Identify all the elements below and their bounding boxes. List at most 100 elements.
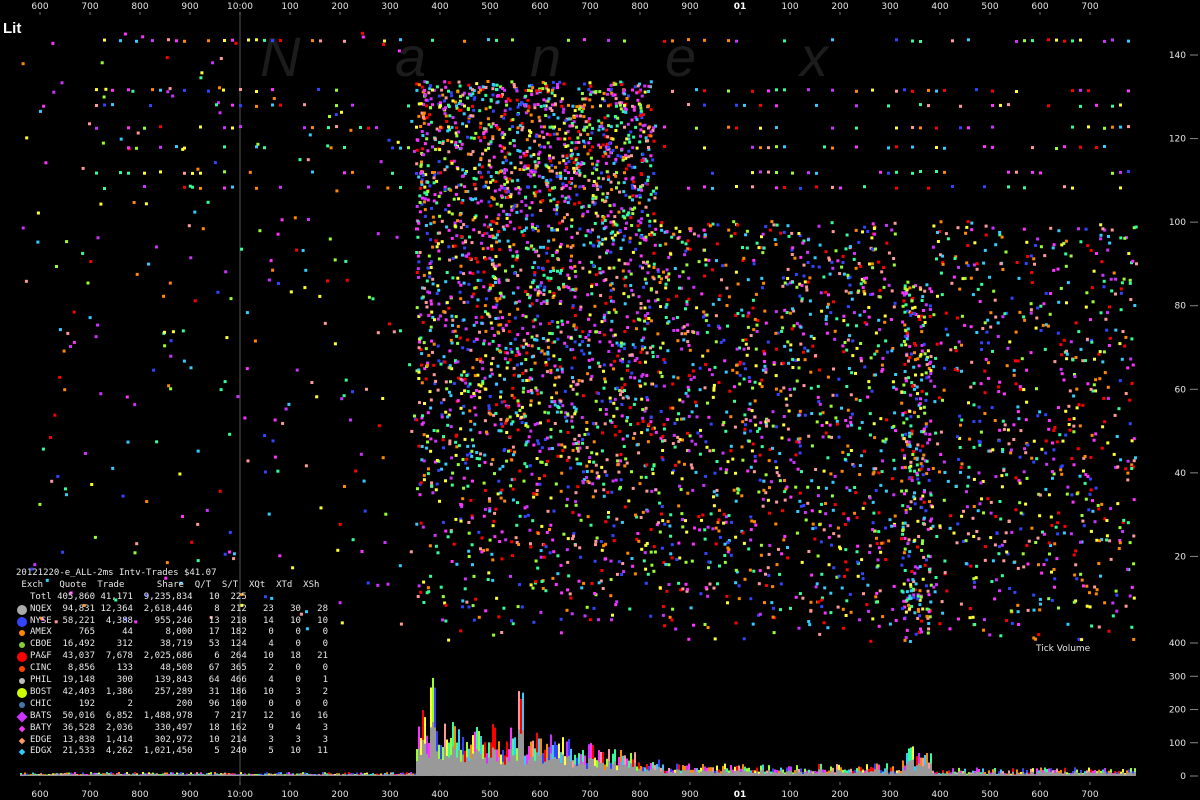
trade-dot bbox=[824, 512, 828, 516]
trade-dot bbox=[630, 118, 634, 122]
trade-dot bbox=[569, 596, 573, 600]
trade-dot bbox=[551, 80, 555, 84]
trade-dot bbox=[762, 488, 766, 492]
trade-dot bbox=[964, 562, 968, 566]
trade-dot bbox=[439, 401, 443, 405]
trade-dot bbox=[549, 523, 553, 527]
trade-dot bbox=[409, 550, 413, 554]
trade-dot bbox=[677, 460, 681, 464]
trade-dot bbox=[450, 560, 454, 563]
trade-dot bbox=[419, 590, 423, 594]
trade-dot bbox=[828, 272, 832, 276]
trade-dot bbox=[617, 343, 621, 347]
trade-dot bbox=[619, 341, 623, 345]
trade-dot bbox=[556, 572, 560, 576]
trade-dot bbox=[135, 542, 139, 546]
trade-dot bbox=[681, 400, 685, 404]
trade-dot bbox=[640, 431, 644, 435]
trade-dot bbox=[980, 348, 983, 351]
trade-dot bbox=[690, 410, 694, 414]
trade-dot bbox=[613, 433, 617, 437]
trade-dot bbox=[492, 83, 496, 87]
trade-dot bbox=[919, 325, 923, 329]
trade-dot bbox=[472, 392, 476, 395]
trade-dot bbox=[614, 102, 618, 106]
trade-dot bbox=[649, 192, 653, 196]
trade-dot bbox=[545, 179, 549, 182]
trade-dot bbox=[515, 363, 519, 367]
trade-dot bbox=[639, 106, 643, 110]
trade-dot bbox=[583, 433, 587, 436]
trade-dot bbox=[569, 259, 573, 263]
trade-dot bbox=[587, 141, 591, 145]
trade-dot bbox=[905, 440, 908, 444]
trade-dot bbox=[200, 71, 204, 75]
trade-dot bbox=[1090, 286, 1094, 290]
trade-dot bbox=[450, 483, 454, 487]
trade-dot bbox=[199, 76, 203, 80]
trade-dot bbox=[972, 505, 976, 508]
trade-dot bbox=[422, 473, 426, 477]
trade-dot bbox=[593, 592, 597, 595]
trade-dot bbox=[989, 500, 993, 504]
trade-dot bbox=[531, 222, 534, 226]
trade-dot bbox=[903, 569, 907, 572]
trade-dot bbox=[474, 177, 478, 181]
trade-dot bbox=[684, 560, 688, 564]
trade-dot bbox=[1017, 623, 1021, 626]
trade-dot bbox=[782, 415, 786, 418]
trade-dot bbox=[552, 550, 556, 554]
trade-dot bbox=[1068, 417, 1071, 421]
trade-dot bbox=[657, 275, 661, 279]
trade-dot bbox=[167, 384, 171, 388]
trade-dot bbox=[1126, 459, 1130, 463]
trade-dot bbox=[733, 232, 737, 236]
trade-dot bbox=[640, 338, 644, 342]
trade-dot bbox=[651, 158, 655, 162]
trade-dot bbox=[625, 395, 629, 399]
trade-dot bbox=[517, 191, 521, 195]
trade-dot bbox=[667, 563, 671, 567]
trade-dot bbox=[609, 87, 613, 91]
trade-dot bbox=[480, 241, 483, 245]
trade-dot bbox=[21, 62, 25, 66]
trade-dot bbox=[933, 384, 937, 388]
trade-dot bbox=[589, 230, 593, 234]
trade-dot bbox=[344, 259, 348, 263]
trade-dot bbox=[862, 289, 866, 293]
trade-dot bbox=[660, 546, 664, 550]
trade-dot bbox=[923, 321, 927, 324]
trade-dot bbox=[500, 149, 504, 153]
trade-dot bbox=[559, 429, 563, 433]
trade-dot bbox=[461, 346, 465, 350]
trade-dot bbox=[495, 303, 499, 307]
trade-dot bbox=[675, 558, 679, 561]
trade-dot bbox=[295, 248, 299, 252]
trade-dot bbox=[155, 245, 158, 249]
trade-dot bbox=[1044, 413, 1048, 417]
trade-dot bbox=[958, 414, 962, 418]
bottom-axis-label: 300 bbox=[381, 790, 398, 800]
trade-dot bbox=[998, 428, 1002, 432]
trade-dot bbox=[589, 377, 593, 381]
trade-dot bbox=[555, 132, 559, 136]
trade-dot bbox=[887, 251, 891, 255]
trade-dot bbox=[470, 543, 474, 547]
trade-dot bbox=[922, 405, 926, 409]
trade-dot bbox=[935, 583, 938, 587]
trade-dot bbox=[870, 262, 874, 266]
trade-dot bbox=[462, 370, 466, 374]
trade-dot bbox=[542, 273, 546, 277]
trade-dot bbox=[495, 233, 499, 237]
trade-dot bbox=[980, 282, 984, 286]
trade-dot bbox=[416, 267, 420, 271]
trade-dot bbox=[502, 209, 506, 213]
trade-dot bbox=[532, 173, 536, 177]
trade-dot bbox=[420, 381, 424, 385]
trade-dot bbox=[665, 268, 669, 272]
trade-dot bbox=[420, 296, 424, 300]
trade-dot bbox=[491, 558, 495, 562]
trade-dot bbox=[959, 466, 963, 469]
trade-dot bbox=[482, 270, 486, 274]
trade-dot bbox=[513, 144, 516, 148]
